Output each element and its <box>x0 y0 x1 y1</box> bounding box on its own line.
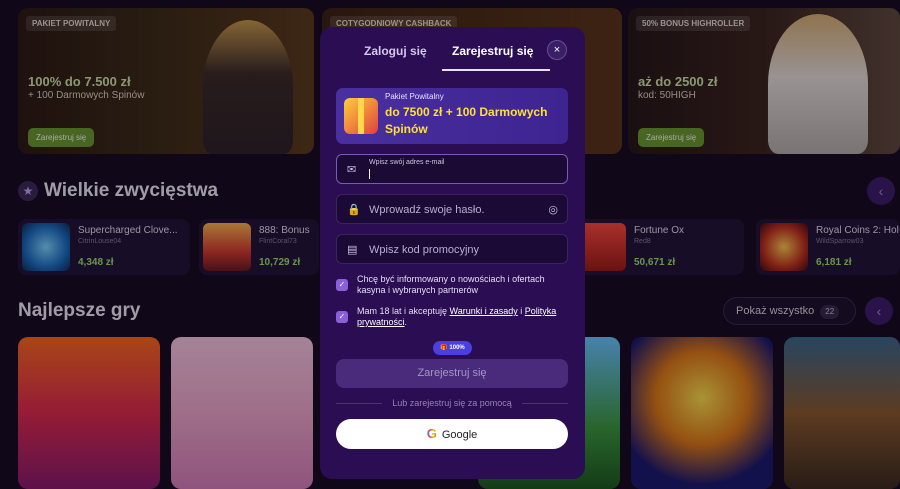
register-button[interactable]: Zarejestruj się <box>336 359 568 388</box>
google-signup-button[interactable]: G Google <box>336 419 568 449</box>
consent-and: i <box>517 306 525 316</box>
password-field[interactable]: 🔒 Wprowadź swoje hasło. ◎ <box>336 194 568 224</box>
badge-text: 100% <box>449 345 465 351</box>
consent-end: . <box>404 317 408 327</box>
eye-slash-icon[interactable]: ◎ <box>548 203 558 216</box>
divider-right <box>522 403 568 404</box>
email-label: Wpisz swój adres e-mail <box>369 159 445 166</box>
bonus-label: Pakiet Powitalny <box>385 92 444 101</box>
bonus-percent-badge: 🎁 100% <box>433 341 472 355</box>
age-terms-text: Mam 18 lat i akceptuję Warunki i zasady … <box>357 306 557 328</box>
bonus-banner: Pakiet Powitalny do 7500 zł + 100 Darmow… <box>336 88 568 144</box>
tab-register[interactable]: Zarejestruj się <box>452 44 533 58</box>
age-terms-checkbox[interactable]: ✓ <box>336 311 348 323</box>
promo-code-field[interactable]: ▤ Wpisz kod promocyjny <box>336 234 568 264</box>
envelope-icon: ✉ <box>347 164 357 176</box>
close-icon[interactable]: × <box>547 40 567 60</box>
terms-link[interactable]: Warunki i zasady <box>450 306 518 316</box>
password-placeholder: Wprowadź swoje hasło. <box>369 204 485 216</box>
active-tab-indicator <box>442 69 550 71</box>
age-consent-prefix: Mam 18 lat i akceptuję <box>357 306 450 316</box>
text-cursor <box>369 169 370 179</box>
google-icon: G <box>426 426 437 441</box>
gift-icon <box>344 98 378 134</box>
bonus-offer: do 7500 zł + 100 Darmowych Spinów <box>385 105 548 136</box>
promo-placeholder: Wpisz kod promocyjny <box>369 244 480 256</box>
email-field[interactable]: ✉ Wpisz swój adres e-mail <box>336 154 568 184</box>
tab-login[interactable]: Zaloguj się <box>364 44 427 58</box>
ticket-icon: ▤ <box>347 244 358 256</box>
marketing-checkbox[interactable]: ✓ <box>336 279 348 291</box>
google-label: Google <box>441 429 478 441</box>
marketing-consent-text: Chcę być informowany o nowościach i ofer… <box>357 274 545 295</box>
register-modal: Zaloguj się Zarejestruj się × Pakiet Pow… <box>320 27 585 479</box>
lock-icon: 🔒 <box>347 204 361 216</box>
